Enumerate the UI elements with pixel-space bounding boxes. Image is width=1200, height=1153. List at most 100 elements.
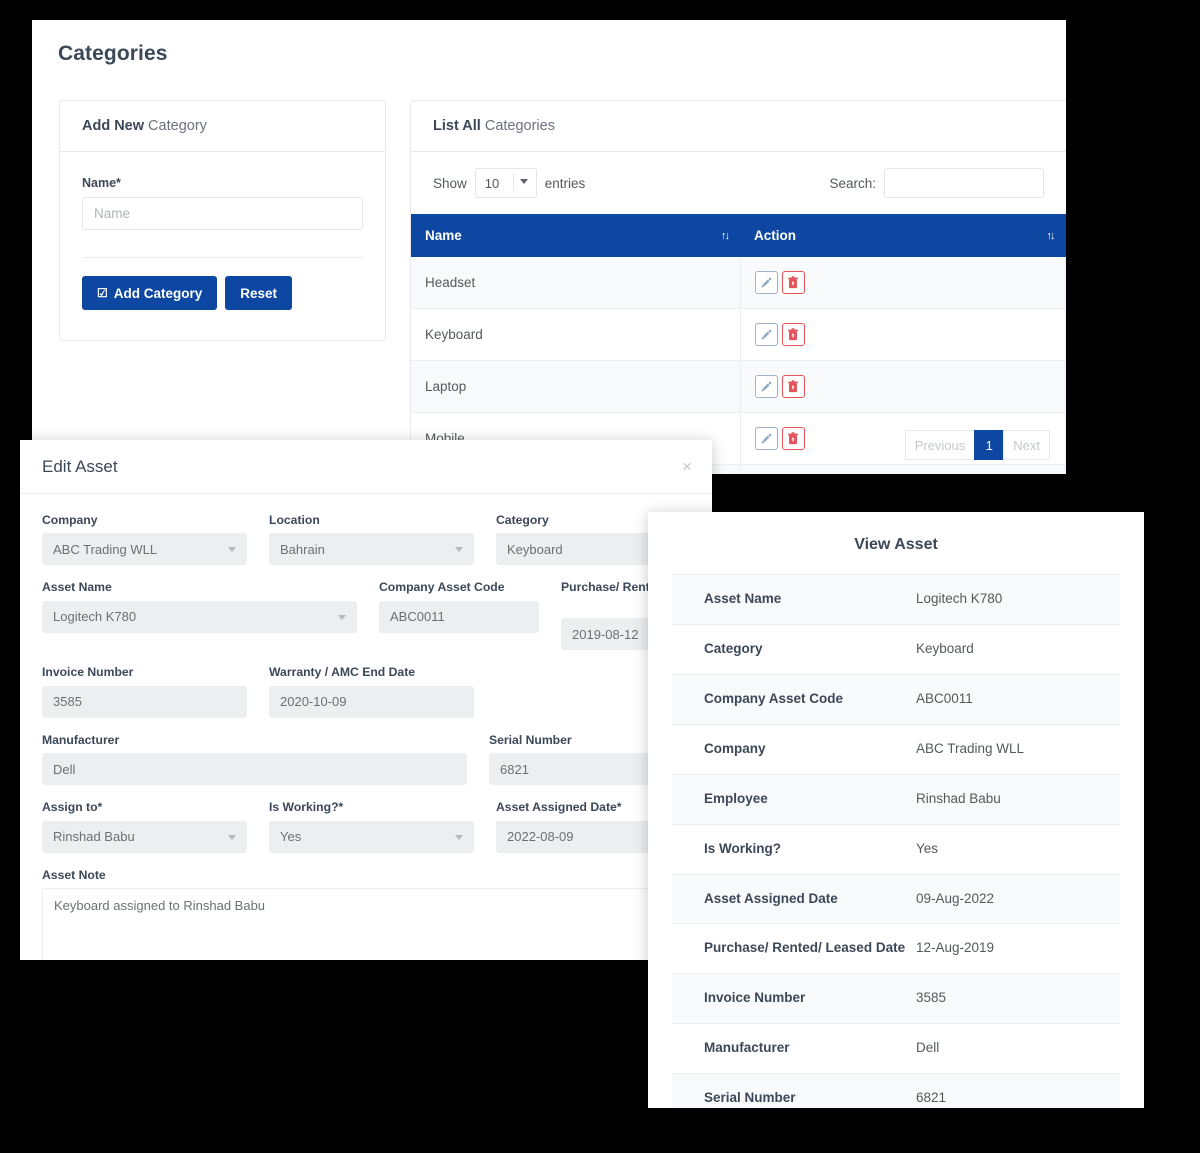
search-input[interactable] bbox=[884, 168, 1044, 198]
view-asset-row-label: Asset Assigned Date bbox=[672, 874, 916, 924]
reset-button-label: Reset bbox=[240, 286, 277, 301]
action-buttons bbox=[755, 375, 1066, 398]
add-card-title-rest: Category bbox=[144, 118, 207, 134]
add-category-button[interactable]: ☑ Add Category bbox=[82, 276, 217, 310]
view-asset-modal: View Asset Asset NameLogitech K780Catego… bbox=[648, 512, 1144, 1108]
background-block bbox=[620, 1108, 1200, 1153]
view-asset-row: Asset Assigned Date09-Aug-2022 bbox=[672, 874, 1120, 924]
company-select[interactable]: ABC Trading WLL bbox=[42, 533, 247, 565]
view-asset-row-label: Company bbox=[672, 724, 916, 774]
field-asset-note: Asset Note Keyboard assigned to Rinshad … bbox=[42, 867, 712, 960]
length-control: Show 102550100 entries bbox=[433, 168, 585, 198]
is-working-select[interactable]: Yes bbox=[269, 821, 474, 853]
category-name-cell: Headset bbox=[411, 257, 740, 309]
view-asset-row-value: 6821 bbox=[916, 1074, 1120, 1108]
edit-asset-modal: Edit Asset × Company ABC Trading WLL Loc… bbox=[20, 440, 712, 960]
background-block bbox=[0, 960, 620, 1153]
pagination: Previous 1 Next bbox=[906, 430, 1050, 460]
field-warranty-date: Warranty / AMC End Date 2020-10-09 bbox=[269, 664, 474, 717]
view-asset-row: CategoryKeyboard bbox=[672, 624, 1120, 674]
field-invoice-number: Invoice Number 3585 bbox=[42, 664, 247, 717]
delete-icon[interactable] bbox=[782, 323, 805, 346]
view-asset-row-label: Category bbox=[672, 624, 916, 674]
edit-icon[interactable] bbox=[755, 271, 778, 294]
sort-icon: ↑↓ bbox=[1047, 230, 1054, 242]
asset-name-select[interactable]: Logitech K780 bbox=[42, 601, 357, 633]
add-card-body: Name* ☑ Add Category Reset bbox=[60, 152, 385, 340]
delete-icon[interactable] bbox=[782, 375, 805, 398]
view-asset-table: Asset NameLogitech K780CategoryKeyboardC… bbox=[672, 574, 1120, 1108]
view-asset-row-value: Logitech K780 bbox=[916, 575, 1120, 625]
form-row-invoice-warranty: Invoice Number 3585 Warranty / AMC End D… bbox=[42, 664, 712, 717]
warranty-date-label: Warranty / AMC End Date bbox=[269, 664, 474, 680]
delete-icon[interactable] bbox=[782, 271, 805, 294]
form-row-manufacturer-serial: Manufacturer Dell Serial Number 6821 bbox=[42, 732, 712, 785]
view-asset-row-label: Employee bbox=[672, 774, 916, 824]
categories-table-header-row: Name ↑↓ Action ↑↓ bbox=[411, 214, 1066, 257]
form-row-assign-working-assigneddate: Assign to* Rinshad Babu Is Working?* Yes… bbox=[42, 799, 712, 852]
company-asset-code-input[interactable]: ABC0011 bbox=[379, 601, 539, 633]
edit-asset-modal-title: Edit Asset bbox=[42, 457, 118, 477]
invoice-number-input[interactable]: 3585 bbox=[42, 686, 247, 718]
manufacturer-input[interactable]: Dell bbox=[42, 753, 467, 785]
entries-length-select-wrapper: 102550100 bbox=[475, 168, 537, 198]
view-asset-row-value: Rinshad Babu bbox=[916, 774, 1120, 824]
view-asset-modal-title: View Asset bbox=[648, 512, 1144, 572]
search-control: Search: bbox=[829, 168, 1044, 198]
datatable-controls: Show 102550100 entries Search: bbox=[411, 152, 1066, 214]
assign-to-select[interactable]: Rinshad Babu bbox=[42, 821, 247, 853]
view-asset-row-label: Asset Name bbox=[672, 575, 916, 625]
list-card-title-rest: Categories bbox=[481, 118, 555, 134]
view-asset-row: ManufacturerDell bbox=[672, 1024, 1120, 1074]
page-title: Categories bbox=[58, 42, 168, 66]
view-asset-row: EmployeeRinshad Babu bbox=[672, 774, 1120, 824]
list-card-title-bold: List All bbox=[433, 118, 481, 134]
pagination-next[interactable]: Next bbox=[1003, 430, 1050, 460]
column-header-action[interactable]: Action ↑↓ bbox=[740, 214, 1066, 257]
view-asset-table-body: Asset NameLogitech K780CategoryKeyboardC… bbox=[672, 575, 1120, 1109]
view-asset-row-value: 3585 bbox=[916, 974, 1120, 1024]
edit-icon[interactable] bbox=[755, 375, 778, 398]
table-row: Laptop bbox=[411, 361, 1066, 413]
entries-length-select[interactable]: 102550100 bbox=[475, 168, 537, 198]
categories-table-head: Name ↑↓ Action ↑↓ bbox=[411, 214, 1066, 257]
company-asset-code-label: Company Asset Code bbox=[379, 579, 539, 595]
background-block bbox=[0, 440, 20, 960]
location-label: Location bbox=[269, 512, 474, 528]
view-asset-row-value: Dell bbox=[916, 1024, 1120, 1074]
pagination-previous[interactable]: Previous bbox=[905, 430, 976, 460]
edit-asset-form: Company ABC Trading WLL Location Bahrain… bbox=[20, 494, 712, 960]
edit-asset-modal-header: Edit Asset × bbox=[20, 440, 712, 494]
background-block bbox=[0, 0, 1200, 20]
delete-icon[interactable] bbox=[782, 427, 805, 450]
add-new-category-card: Add New Category Name* ☑ Add Category Re… bbox=[59, 100, 386, 341]
add-card-title: Add New Category bbox=[82, 118, 207, 134]
edit-icon[interactable] bbox=[755, 323, 778, 346]
category-name-cell: Laptop bbox=[411, 361, 740, 413]
company-label: Company bbox=[42, 512, 247, 528]
view-asset-row: Serial Number6821 bbox=[672, 1074, 1120, 1108]
asset-note-textarea[interactable]: Keyboard assigned to Rinshad Babu bbox=[42, 888, 712, 960]
asset-note-label: Asset Note bbox=[42, 867, 712, 883]
is-working-label: Is Working?* bbox=[269, 799, 474, 815]
action-cell bbox=[740, 465, 1066, 475]
location-select[interactable]: Bahrain bbox=[269, 533, 474, 565]
pagination-page-1[interactable]: 1 bbox=[974, 430, 1004, 460]
warranty-date-input[interactable]: 2020-10-09 bbox=[269, 686, 474, 718]
check-square-icon: ☑ bbox=[97, 287, 108, 299]
categories-page-panel: Categories Add New Category Name* ☑ Add … bbox=[32, 20, 1066, 474]
list-card-title: List All Categories bbox=[433, 118, 555, 134]
reset-button[interactable]: Reset bbox=[225, 276, 292, 310]
category-name-input[interactable] bbox=[82, 197, 363, 230]
view-asset-row-label: Is Working? bbox=[672, 824, 916, 874]
close-icon[interactable]: × bbox=[682, 458, 692, 475]
view-asset-row-value: Keyboard bbox=[916, 624, 1120, 674]
action-cell bbox=[740, 309, 1066, 361]
column-header-name[interactable]: Name ↑↓ bbox=[411, 214, 740, 257]
table-row: Headset bbox=[411, 257, 1066, 309]
view-asset-row-value: 09-Aug-2022 bbox=[916, 874, 1120, 924]
view-asset-row: Invoice Number3585 bbox=[672, 974, 1120, 1024]
view-asset-row-value: ABC0011 bbox=[916, 674, 1120, 724]
edit-icon[interactable] bbox=[755, 427, 778, 450]
form-row-assetname-code-purchasedate: Asset Name Logitech K780 Company Asset C… bbox=[42, 579, 712, 650]
